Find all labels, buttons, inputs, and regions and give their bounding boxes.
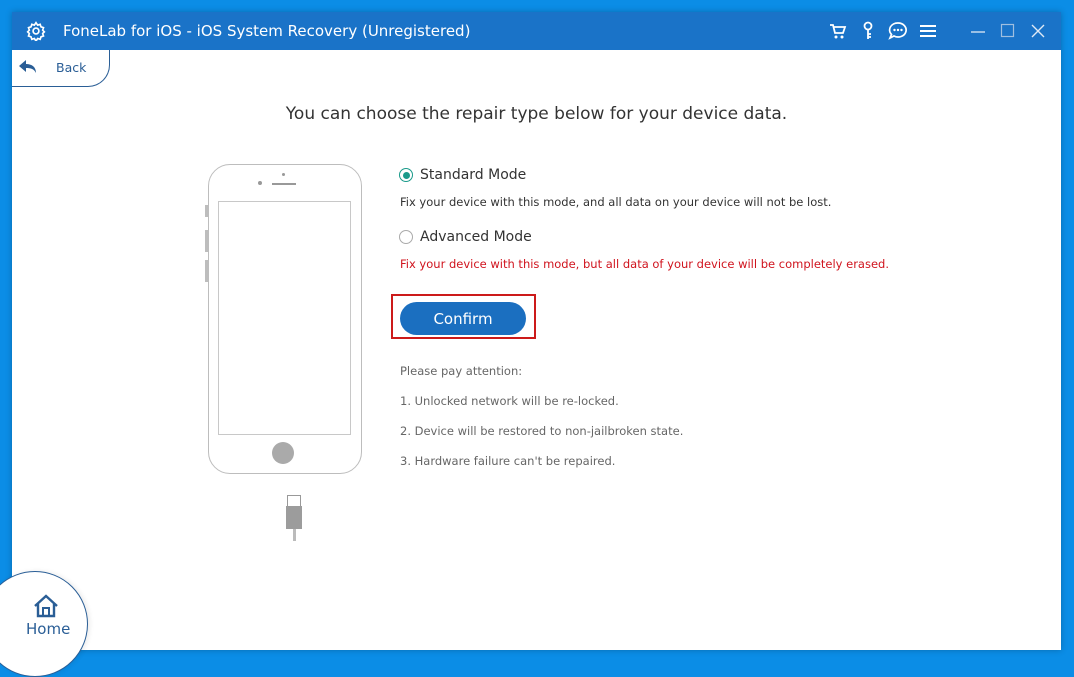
standard-mode-label[interactable]: Standard Mode <box>420 167 526 183</box>
advanced-mode-warning: Fix your device with this mode, but all … <box>400 257 890 271</box>
radio-checked-icon[interactable] <box>399 168 413 182</box>
back-label: Back <box>56 60 87 75</box>
phone-home-button <box>272 442 294 464</box>
note-item: 3. Hardware failure can't be repaired. <box>400 454 616 468</box>
notes-title: Please pay attention: <box>400 364 523 378</box>
home-icon <box>34 594 58 618</box>
home-label: Home <box>26 620 71 638</box>
home-button[interactable]: Home <box>0 571 88 677</box>
phone-illustration <box>205 164 362 474</box>
window-title: FoneLab for iOS - iOS System Recovery (U… <box>63 22 471 40</box>
settings-gear-icon[interactable] <box>26 21 46 41</box>
page-heading: You can choose the repair type below for… <box>285 104 788 124</box>
standard-mode-radio[interactable]: Standard Mode <box>399 167 889 183</box>
confirm-button[interactable]: Confirm <box>400 302 526 335</box>
key-icon[interactable] <box>857 20 879 42</box>
back-arrow-icon <box>19 60 36 73</box>
standard-mode-description: Fix your device with this mode, and all … <box>400 195 832 209</box>
chat-icon[interactable] <box>887 20 909 42</box>
radio-unchecked-icon[interactable] <box>399 230 413 244</box>
maximize-icon[interactable] <box>997 20 1019 42</box>
cart-icon[interactable] <box>827 20 849 42</box>
repair-mode-options: Standard Mode Fix your device with this … <box>399 167 889 271</box>
advanced-mode-radio[interactable]: Advanced Mode <box>399 229 889 245</box>
attention-notes: Please pay attention: 1. Unlocked networ… <box>400 363 683 483</box>
advanced-mode-label[interactable]: Advanced Mode <box>420 229 532 245</box>
phone-screen <box>218 201 351 435</box>
title-bar: FoneLab for iOS - iOS System Recovery (U… <box>12 12 1061 50</box>
app-window: FoneLab for iOS - iOS System Recovery (U… <box>0 12 1061 677</box>
back-button[interactable]: Back <box>12 50 110 87</box>
note-item: 1. Unlocked network will be re-locked. <box>400 394 619 408</box>
menu-icon[interactable] <box>917 20 939 42</box>
minimize-icon[interactable] <box>967 20 989 42</box>
close-icon[interactable] <box>1027 20 1049 42</box>
note-item: 2. Device will be restored to non-jailbr… <box>400 424 684 438</box>
